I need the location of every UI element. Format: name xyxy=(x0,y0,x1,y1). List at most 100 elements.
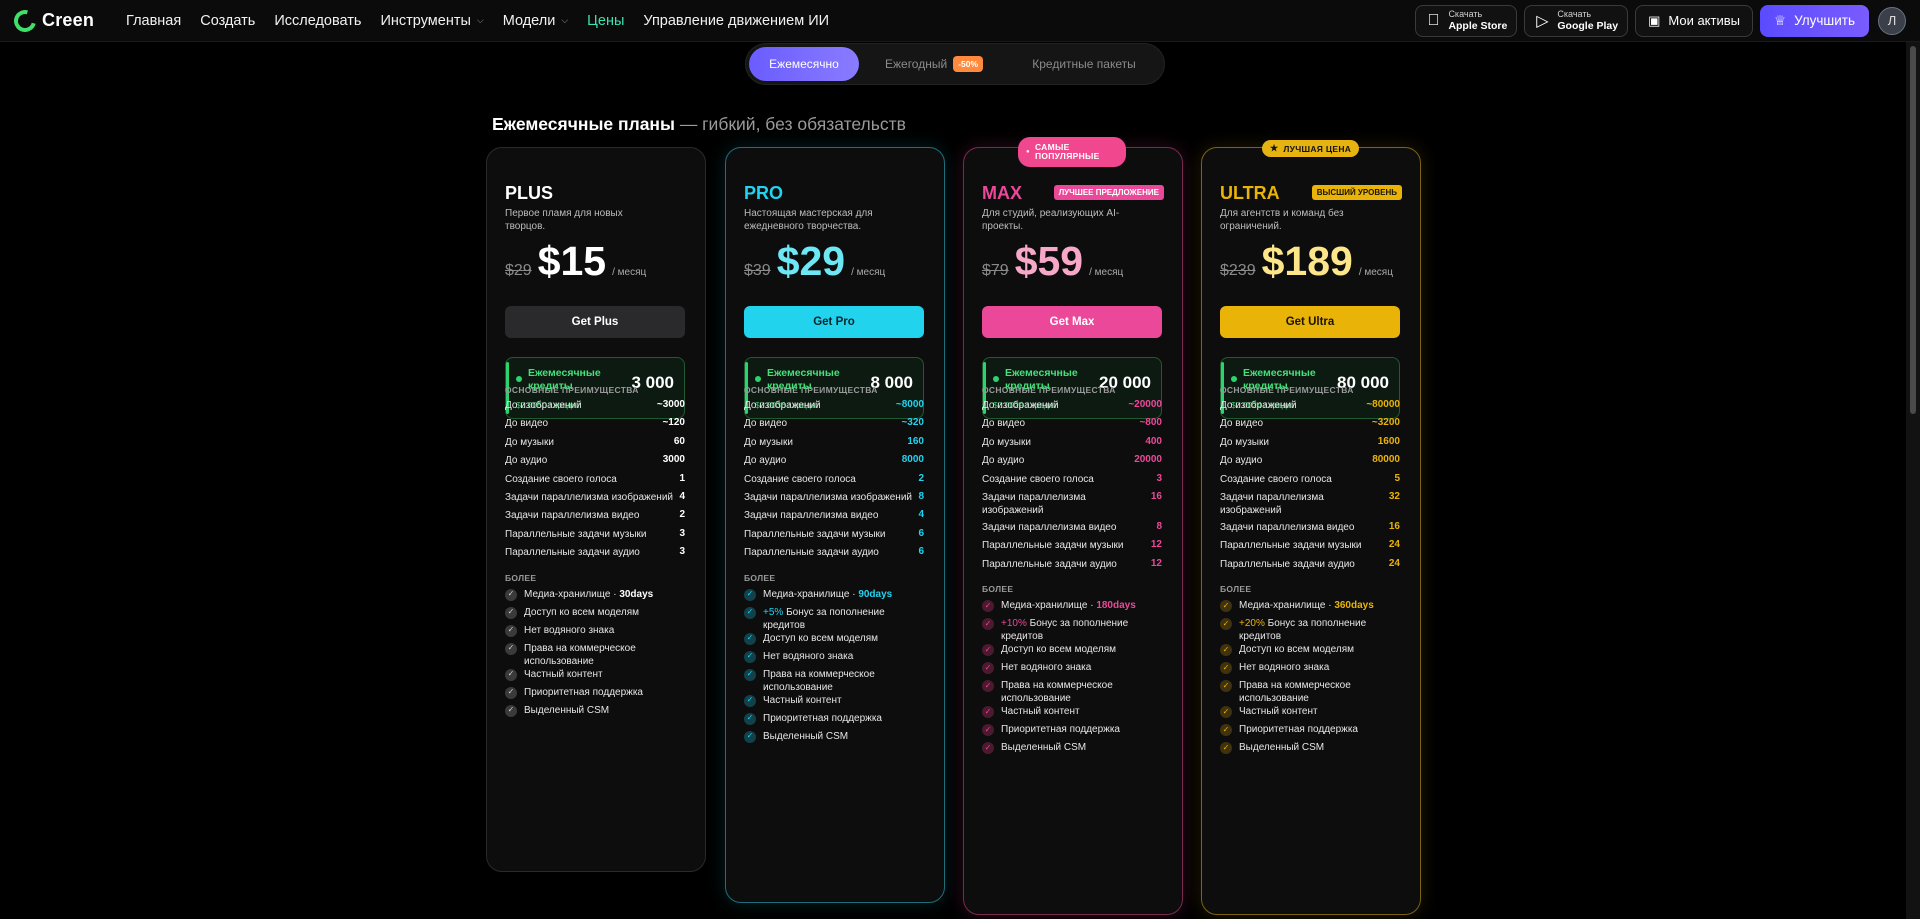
benefit-item: ✓ Приоритетная поддержка xyxy=(1220,723,1400,737)
plan-description: Для агентств и команд без ограничений. xyxy=(1220,208,1344,232)
feature-row: До аудио 20000 xyxy=(982,454,1162,467)
benefit-label: Доступ ко всем моделям xyxy=(524,606,639,618)
page-scrollbar[interactable] xyxy=(1906,42,1920,919)
feature-row: До изображений ~80000 xyxy=(1220,399,1400,412)
get-plan-button[interactable]: Get Max xyxy=(982,306,1162,338)
top-navbar: Creen Главная Создать Исследовать Инстру… xyxy=(0,0,1920,42)
plan-price: $79 $59 / месяц xyxy=(982,238,1123,285)
feature-value: 80000 xyxy=(1372,454,1400,466)
tab-credit-packs[interactable]: Кредитные пакеты xyxy=(1009,47,1159,81)
feature-value: 24 xyxy=(1388,557,1400,569)
nav-models[interactable]: Модели ⌵ xyxy=(503,13,568,29)
feature-row: До изображений ~8000 xyxy=(744,399,924,412)
benefit-item: ✓ Нет водяного знака xyxy=(505,624,685,637)
discount-badge: -50% xyxy=(953,56,984,72)
check-icon: ✓ xyxy=(1220,600,1232,613)
plan-name: PLUS xyxy=(505,183,554,203)
avatar[interactable]: Л xyxy=(1878,6,1906,35)
feature-value: ~80000 xyxy=(1366,399,1400,410)
nav-pricing[interactable]: Цены xyxy=(587,13,624,29)
check-icon: ✓ xyxy=(744,712,756,725)
benefit-highlight: +10% xyxy=(1001,618,1027,630)
feature-label: Параллельные задачи музыки xyxy=(744,528,886,540)
feature-row: До изображений ~20000 xyxy=(982,399,1162,412)
feature-label: До видео xyxy=(744,418,788,430)
feature-label: Задачи параллелизма видео xyxy=(982,522,1117,533)
feature-label: До изображений xyxy=(982,400,1059,411)
get-plan-button[interactable]: Get Pro xyxy=(744,306,924,338)
feature-value: 3 xyxy=(679,527,685,539)
feature-value: 16 xyxy=(1150,491,1162,502)
benefit-label: Выделенный CSM xyxy=(1001,742,1087,754)
feature-value: ~320 xyxy=(901,417,924,429)
feature-value: 20000 xyxy=(1134,454,1162,466)
my-assets-button[interactable]: ▣ Мои активы xyxy=(1635,4,1753,37)
price-period: / месяц xyxy=(851,267,886,278)
benefit-label: Медиа-хранилище · xyxy=(1239,600,1335,612)
get-plan-button[interactable]: Get Plus xyxy=(505,306,685,338)
scrollbar-thumb[interactable] xyxy=(1910,46,1916,414)
plan-ribbon: ★ ЛУЧШАЯ ЦЕНА xyxy=(1262,140,1360,157)
tab-yearly[interactable]: Ежегодный -50% xyxy=(859,47,1009,81)
check-icon: ✓ xyxy=(505,686,517,699)
current-price: $59 xyxy=(1014,238,1084,284)
apple-store-button[interactable]:  СкачатьApple Store xyxy=(1415,4,1518,37)
benefit-text: Доступ ко всем моделям xyxy=(1001,643,1116,656)
benefit-text: Нет водяного знака xyxy=(763,650,853,663)
benefit-label: Нет водяного знака xyxy=(1239,662,1330,674)
star-icon: ★ xyxy=(1270,143,1279,153)
feature-label: Создание своего голоса xyxy=(982,473,1094,485)
google-play-button[interactable]: ▷ Скачать Google Play xyxy=(1524,4,1629,37)
nav-explore[interactable]: Исследовать xyxy=(274,13,361,29)
benefit-text: Частный контент xyxy=(763,694,842,707)
benefit-item: ✓ Нет водяного знака xyxy=(982,661,1162,675)
benefit-item: ✓ +10% Бонус за пополнение кредитов xyxy=(982,617,1162,643)
feature-label: До аудио xyxy=(982,455,1025,467)
feature-value: 160 xyxy=(907,435,924,447)
plan-card-max: ● САМЫЕ ПОПУЛЯРНЫЕ MAX ЛУЧШЕЕ ПРЕДЛОЖЕНИЕ Дл… xyxy=(963,137,1183,915)
billing-toggle: Ежемесячно Ежегодный -50% Кредитные паке… xyxy=(745,43,1165,85)
feature-label: Задачи параллелизма видео xyxy=(505,510,640,522)
feature-row: Задачи параллелизма изображений 8 xyxy=(744,491,924,504)
benefit-highlight: 30days xyxy=(619,588,654,600)
benefit-item: ✓ Доступ ко всем моделям xyxy=(982,643,1162,657)
check-icon: ✓ xyxy=(505,704,517,717)
play-store-icon: ▷ xyxy=(1536,12,1549,30)
feature-value: 3000 xyxy=(662,454,685,466)
price-period: / месяц xyxy=(1089,267,1124,278)
credits-dot-icon xyxy=(1231,376,1237,382)
feature-row: Задачи параллелизма видео 8 xyxy=(982,521,1162,534)
feature-value: 1 xyxy=(679,472,685,484)
nav-create[interactable]: Создать xyxy=(200,13,255,29)
check-icon: ✓ xyxy=(982,742,994,755)
benefit-label: Права на коммерческое использование xyxy=(1001,680,1113,705)
feature-row: Задачи параллелизма видео 4 xyxy=(744,509,924,522)
plan-description: Для студий, реализующих AI-проекты. xyxy=(982,208,1120,232)
brand-name: Creen xyxy=(42,10,95,30)
get-plan-button[interactable]: Get Ultra xyxy=(1220,306,1400,338)
upgrade-button[interactable]: ♕ Улучшить xyxy=(1759,4,1869,37)
feature-label: До изображений xyxy=(505,400,582,411)
feature-row: Параллельные задачи аудио 24 xyxy=(1220,558,1400,571)
benefit-label: Доступ ко всем моделям xyxy=(1239,644,1354,656)
nav-tools[interactable]: Инструменты ⌵ xyxy=(380,13,483,29)
benefit-label: Выделенный CSM xyxy=(1239,742,1325,754)
feature-row: Параллельные задачи музыки 12 xyxy=(982,539,1162,552)
feature-value: 5 xyxy=(1394,472,1400,484)
tab-monthly[interactable]: Ежемесячно xyxy=(749,47,859,81)
benefit-text: Права на коммерческое использование xyxy=(1239,679,1400,705)
nav-motion-control[interactable]: Управление движением ИИ xyxy=(643,13,829,29)
feature-row: Создание своего голоса 5 xyxy=(1220,473,1400,486)
feature-value: 8000 xyxy=(901,454,924,466)
feature-value: ~3000 xyxy=(656,399,685,410)
credits-label-line: Ежемесячные xyxy=(1243,367,1316,379)
brand-logo[interactable]: Creen xyxy=(9,5,95,36)
nav-home[interactable]: Главная xyxy=(126,13,181,29)
feature-row: Создание своего голоса 1 xyxy=(505,473,685,486)
feature-value: ~3200 xyxy=(1371,417,1400,429)
check-icon: ✓ xyxy=(982,706,994,719)
benefit-text: +20% Бонус за пополнение кредитов xyxy=(1239,617,1400,643)
benefit-text: Нет водяного знака xyxy=(524,624,614,637)
feature-row: Задачи параллелизма видео 16 xyxy=(1220,521,1400,534)
check-icon: ✓ xyxy=(744,668,756,681)
